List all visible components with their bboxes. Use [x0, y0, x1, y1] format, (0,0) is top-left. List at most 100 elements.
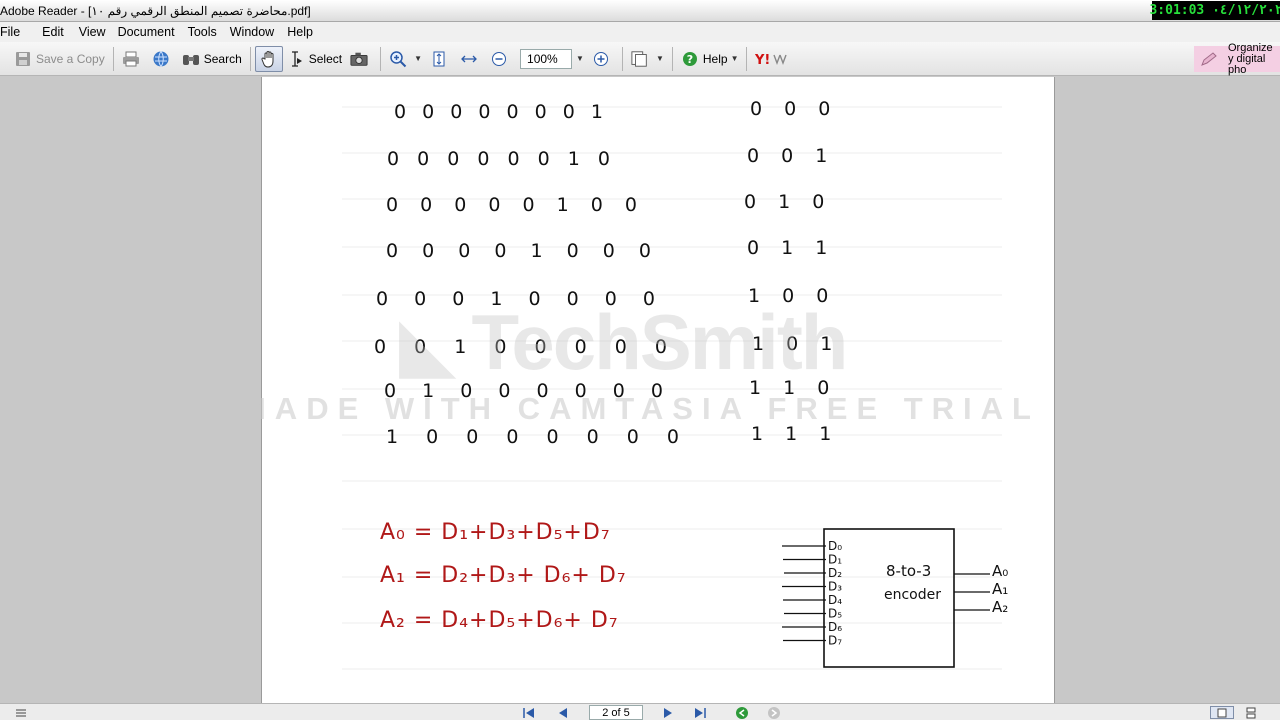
organize-photos-banner[interactable]: Organize y digital pho — [1194, 43, 1280, 75]
truth-table-input-row: 0 0 0 0 1 0 0 0 — [386, 240, 660, 262]
encoder-subtitle: encoder — [884, 587, 941, 603]
truth-table-output-row: 1 1 1 — [751, 423, 839, 445]
globe-email-icon — [152, 50, 170, 68]
window-title: Adobe Reader - [محاضرة تصميم المنطق الرق… — [0, 3, 311, 18]
truth-table-output-row: 1 1 0 — [749, 377, 837, 399]
menu-edit[interactable]: Edit — [42, 25, 73, 39]
title-bar: Adobe Reader - [محاضرة تصميم المنطق الرق… — [0, 0, 1280, 22]
hand-icon — [261, 50, 277, 68]
go-back-icon[interactable] — [735, 706, 749, 719]
page-number-field[interactable]: 2 of 5 — [589, 705, 643, 720]
pencil-icon — [1200, 51, 1218, 70]
last-page-icon[interactable] — [693, 706, 707, 719]
encoder-input-label: D₄ — [828, 593, 842, 607]
encoder-output-label: A₂ — [992, 598, 1008, 616]
toolbar-separator — [746, 46, 748, 71]
truth-table-input-row: 1 0 0 0 0 0 0 0 — [386, 426, 690, 448]
next-page-icon[interactable] — [661, 706, 675, 719]
encoder-output-label: A₀ — [992, 562, 1008, 580]
save-copy-label: Save a Copy — [36, 51, 105, 66]
document-area[interactable]: 0 0 0 0 0 0 0 1 0 0 0 0 0 0 1 0 0 0 0 0 0 … — [0, 77, 1280, 703]
yahoo-button[interactable]: Y! — [751, 46, 793, 72]
menu-view[interactable]: View — [79, 25, 115, 39]
truth-table-input-row: 0 1 0 0 0 0 0 0 — [384, 380, 673, 402]
boolean-equation: A₁ = D₂+D₃+ D₆+ D₇ — [380, 563, 627, 588]
truth-table-input-row: 0 0 0 1 0 0 0 0 — [376, 288, 665, 310]
camera-icon — [350, 50, 368, 68]
encoder-input-label: D₆ — [828, 620, 842, 634]
pdf-page: 0 0 0 0 0 0 0 1 0 0 0 0 0 0 1 0 0 0 0 0 0 … — [261, 77, 1055, 703]
toolbar-separator — [249, 46, 251, 71]
text-cursor-icon — [287, 50, 305, 68]
clock-overlay: 3:01:03 ٠٤/١٢/٢٠٢ — [1149, 1, 1280, 20]
svg-text:?: ? — [687, 53, 693, 66]
menu-tools[interactable]: Tools — [188, 25, 226, 39]
toolbar-separator — [112, 46, 114, 71]
encoder-input-label: D₇ — [828, 634, 842, 648]
plus-circle-icon — [592, 50, 610, 68]
select-tool-button[interactable]: Select — [283, 46, 346, 72]
first-page-icon[interactable] — [522, 706, 536, 719]
search-button[interactable]: Search — [178, 46, 246, 72]
search-label: Search — [203, 51, 242, 66]
handwritten-page-content: 0 0 0 0 0 0 0 1 0 0 0 0 0 0 1 0 0 0 0 0 0 … — [342, 98, 1008, 670]
chevron-down-icon: ▼ — [730, 54, 739, 63]
page-layout-icon — [631, 50, 649, 68]
zoom-dropdown-icon[interactable]: ▼ — [576, 54, 584, 63]
truth-table-output-row: 0 0 1 — [747, 145, 835, 167]
page-indicator: 2 of 5 — [602, 706, 630, 719]
zoom-in-button[interactable] — [588, 46, 618, 72]
menu-help[interactable]: Help — [287, 25, 322, 39]
svg-text:Y!: Y! — [755, 53, 770, 67]
single-page-view-icon[interactable] — [1210, 706, 1234, 719]
help-icon: ? — [681, 50, 699, 68]
menu-bar: File Edit View Document Tools Window Hel… — [0, 22, 1280, 42]
menu-window[interactable]: Window — [230, 25, 283, 39]
chevron-down-icon[interactable]: ▼ — [656, 54, 664, 63]
toolbar-separator — [621, 46, 623, 71]
truth-table-input-row: 0 0 1 0 0 0 0 0 — [374, 336, 678, 358]
zoom-in-tool-button[interactable]: ▼ — [385, 46, 426, 72]
email-button[interactable] — [148, 46, 178, 72]
fit-width-icon — [460, 50, 478, 68]
printer-icon — [122, 50, 140, 68]
truth-table-output-row: 1 0 0 — [748, 285, 836, 307]
snapshot-button[interactable] — [346, 46, 376, 72]
fit-page-icon — [430, 50, 448, 68]
continuous-view-icon[interactable] — [1244, 706, 1258, 719]
zoom-out-button[interactable] — [486, 46, 516, 72]
menu-file[interactable]: File — [0, 25, 29, 39]
previous-page-icon[interactable] — [556, 706, 570, 719]
zoom-level-value: 100% — [527, 51, 558, 66]
truth-table-input-row: 0 0 0 0 0 1 0 0 — [386, 194, 645, 216]
truth-table-output-row: 0 1 1 — [747, 237, 835, 259]
magnifier-plus-icon — [389, 50, 407, 68]
boolean-equation: A₂ = D₄+D₅+D₆+ D₇ — [380, 608, 619, 633]
encoder-input-label: D₂ — [828, 566, 842, 580]
encoder-input-label: D₀ — [828, 539, 842, 553]
help-button[interactable]: ? Help ▼ — [677, 46, 743, 72]
organize-text: Organize y digital pho — [1228, 42, 1273, 76]
menu-document[interactable]: Document — [118, 25, 184, 39]
truth-table-output-row: 0 0 0 — [750, 98, 838, 120]
hand-tool-button[interactable] — [254, 45, 283, 72]
go-forward-icon[interactable] — [767, 706, 781, 719]
encoder-output-label: A₁ — [992, 580, 1008, 598]
chevron-down-icon[interactable]: ▼ — [414, 54, 422, 63]
truth-table-input-row: 0 0 0 0 0 0 1 0 — [387, 148, 616, 170]
fit-height-button[interactable] — [426, 46, 456, 72]
toolbar-separator — [380, 46, 382, 71]
select-label: Select — [308, 51, 343, 66]
zoom-level-input[interactable]: 100% — [520, 48, 573, 69]
minus-circle-icon — [490, 50, 508, 68]
save-copy-button[interactable]: Save a Copy — [10, 46, 109, 72]
toolbar-separator — [671, 46, 673, 71]
panel-toggle-icon[interactable] — [14, 706, 28, 719]
print-button[interactable] — [118, 46, 148, 72]
encoder-input-label: D₁ — [828, 553, 842, 567]
help-label: Help — [702, 51, 728, 66]
page-layout-button[interactable]: ▼ — [627, 46, 668, 72]
fit-width-button[interactable] — [456, 46, 486, 72]
floppy-disk-icon — [14, 50, 32, 68]
toolbar: Save a Copy Search Select ▼ 100% ▼ ▼ ? H… — [0, 42, 1280, 76]
